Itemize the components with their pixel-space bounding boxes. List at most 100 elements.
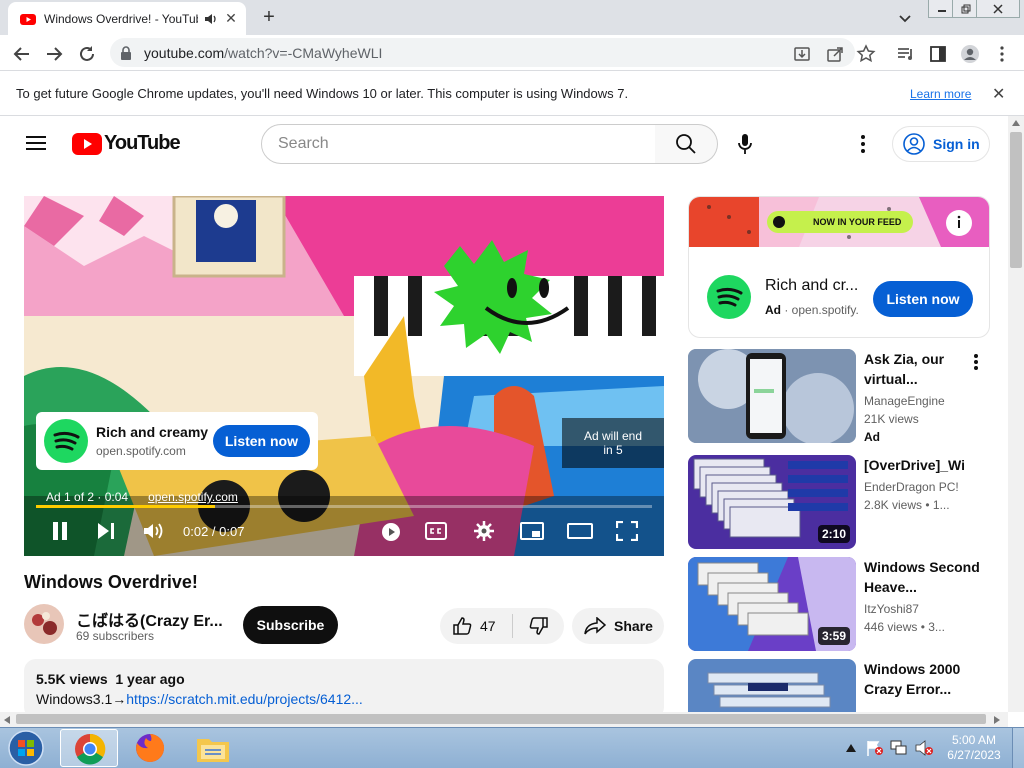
media-control-icon[interactable] bbox=[896, 44, 916, 64]
player-ad-cta-button[interactable]: Listen now bbox=[212, 425, 310, 457]
youtube-logo-icon bbox=[72, 132, 102, 155]
ad-countdown: Ad will end in 5 bbox=[562, 418, 664, 468]
install-app-icon[interactable] bbox=[792, 44, 812, 64]
hamburger-menu-icon[interactable] bbox=[26, 135, 46, 151]
recommendation-channel[interactable]: ItzYoshi87 bbox=[864, 602, 919, 616]
sidebar-ad-banner-text: NOW IN YOUR FEED bbox=[813, 217, 902, 227]
recommendation-title[interactable]: [OverDrive]_Win bbox=[864, 455, 964, 475]
channel-name[interactable]: こばはる(Crazy Er... bbox=[76, 607, 223, 631]
audio-playing-icon[interactable] bbox=[204, 12, 218, 26]
infobar-close-icon[interactable]: ✕ bbox=[992, 84, 1005, 104]
ad-link[interactable]: open.spotify.com bbox=[148, 490, 238, 504]
next-icon[interactable] bbox=[96, 522, 116, 540]
pause-icon[interactable] bbox=[50, 520, 70, 542]
bookmark-star-icon[interactable] bbox=[856, 44, 876, 64]
restore-icon bbox=[961, 4, 971, 13]
player-ad-overlay[interactable]: Rich and creamy open.spotify.com Listen … bbox=[36, 412, 318, 470]
network-icon[interactable] bbox=[890, 740, 908, 756]
reload-icon[interactable] bbox=[77, 44, 97, 64]
forward-arrow-icon[interactable] bbox=[44, 44, 64, 64]
url-host: youtube.com bbox=[144, 44, 225, 61]
thumbnail-image bbox=[688, 349, 856, 443]
tab-close-icon[interactable]: ✕ bbox=[224, 10, 238, 27]
side-panel-icon[interactable] bbox=[928, 44, 948, 64]
like-button[interactable]: 47 bbox=[440, 608, 512, 644]
ad-info-icon[interactable] bbox=[946, 209, 972, 235]
learn-more-link[interactable]: Learn more bbox=[910, 87, 971, 101]
ad-badge: Ad bbox=[864, 430, 880, 444]
window-close-button[interactable] bbox=[976, 0, 1020, 18]
sidebar-ad-cta-button[interactable]: Listen now bbox=[873, 281, 973, 317]
volume-muted-icon[interactable] bbox=[914, 740, 934, 756]
like-dislike-group: 47 bbox=[440, 608, 564, 644]
search-input[interactable]: Search bbox=[261, 124, 656, 164]
search-button[interactable] bbox=[655, 124, 718, 164]
miniplayer-icon[interactable] bbox=[520, 522, 544, 540]
recommendation-title[interactable]: Windows 2000 Crazy Error... bbox=[864, 659, 982, 699]
voice-search-microphone-icon[interactable] bbox=[736, 133, 754, 155]
theater-mode-icon[interactable] bbox=[567, 523, 593, 539]
share-button[interactable]: Share bbox=[572, 608, 664, 644]
recommendation-item[interactable]: Windows 2000 Crazy Error... bbox=[688, 659, 1008, 712]
subscribe-button[interactable]: Subscribe bbox=[243, 606, 338, 644]
address-bar[interactable]: youtube.com/watch?v=-CMaWyheWLI bbox=[110, 38, 855, 67]
description-box[interactable]: 5.5K views 1 year ago Windows3.1→https:/… bbox=[24, 659, 664, 719]
back-arrow-icon[interactable] bbox=[12, 44, 32, 64]
fullscreen-icon[interactable] bbox=[616, 521, 638, 541]
youtube-logo[interactable]: YouTube bbox=[72, 132, 181, 155]
video-thumbnail[interactable] bbox=[688, 349, 856, 443]
recommendation-item[interactable]: 2:10 [OverDrive]_Win EnderDragon PC! 2.8… bbox=[688, 455, 1008, 549]
profile-avatar-icon[interactable] bbox=[960, 44, 980, 64]
channel-avatar[interactable] bbox=[24, 604, 64, 644]
new-tab-button[interactable]: + bbox=[258, 7, 280, 29]
firefox-icon[interactable] bbox=[134, 732, 166, 764]
recommendation-title[interactable]: Ask Zia, our virtual... bbox=[864, 349, 982, 389]
sidebar-ad-card[interactable]: NOW IN YOUR FEED Rich and cr... Ad · ope… bbox=[688, 196, 990, 338]
thumbnail-image bbox=[688, 659, 856, 712]
autoplay-toggle-icon[interactable] bbox=[380, 521, 402, 543]
vertical-scroll-thumb[interactable] bbox=[1010, 132, 1022, 268]
captions-icon[interactable] bbox=[425, 522, 447, 540]
progress-track[interactable] bbox=[36, 505, 652, 508]
sign-in-button[interactable]: Sign in bbox=[892, 126, 990, 162]
settings-more-icon[interactable] bbox=[856, 134, 870, 154]
scroll-left-icon[interactable] bbox=[4, 716, 10, 724]
file-explorer-icon[interactable] bbox=[196, 733, 230, 763]
video-player[interactable]: Rich and creamy open.spotify.com Listen … bbox=[24, 196, 664, 556]
vertical-scrollbar[interactable] bbox=[1008, 116, 1024, 712]
window-close-icon bbox=[993, 3, 1003, 14]
dislike-button[interactable] bbox=[513, 608, 564, 644]
browser-tab[interactable]: Windows Overdrive! - YouTube ✕ bbox=[8, 2, 246, 35]
chrome-menu-icon[interactable] bbox=[992, 44, 1012, 64]
scroll-up-icon[interactable] bbox=[1012, 120, 1020, 126]
taskbar-clock[interactable]: 5:00 AM 6/27/2023 bbox=[944, 733, 1004, 763]
sign-in-label: Sign in bbox=[933, 136, 980, 152]
horizontal-scrollbar[interactable] bbox=[0, 712, 1008, 727]
chrome-icon bbox=[75, 733, 106, 765]
search-icon bbox=[676, 134, 696, 154]
description-link[interactable]: https://scratch.mit.edu/projects/6412... bbox=[126, 691, 363, 707]
share-page-icon[interactable] bbox=[825, 44, 845, 64]
ad-count-text: Ad 1 of 2 · 0:04 bbox=[46, 490, 129, 504]
action-center-flag-icon[interactable] bbox=[866, 740, 884, 756]
taskbar-chrome-button[interactable] bbox=[60, 729, 118, 767]
show-desktop-button[interactable] bbox=[1012, 728, 1024, 768]
more-actions-icon[interactable] bbox=[972, 353, 980, 371]
recommendation-channel[interactable]: ManageEngine bbox=[864, 394, 945, 408]
volume-icon[interactable] bbox=[142, 521, 164, 541]
tab-search-chevron-icon[interactable] bbox=[896, 9, 914, 27]
clock-time: 5:00 AM bbox=[951, 733, 997, 747]
like-count: 47 bbox=[480, 618, 496, 634]
settings-gear-icon[interactable] bbox=[473, 520, 495, 542]
horizontal-scroll-thumb[interactable] bbox=[16, 714, 986, 724]
start-button-icon[interactable] bbox=[6, 729, 46, 767]
recommendation-item[interactable]: 3:59 Windows Second Heave... ItzYoshi87 … bbox=[688, 557, 1008, 651]
scroll-right-icon[interactable] bbox=[994, 716, 1000, 724]
recommendation-title[interactable]: Windows Second Heave... bbox=[864, 557, 982, 597]
recommendation-item[interactable]: Ask Zia, our virtual... ManageEngine 21K… bbox=[688, 349, 1008, 444]
video-thumbnail[interactable] bbox=[688, 659, 856, 712]
recommendation-channel[interactable]: EnderDragon PC! bbox=[864, 480, 959, 494]
lock-icon[interactable] bbox=[120, 45, 132, 60]
views-and-date: 5.5K views 1 year ago bbox=[36, 671, 185, 687]
show-hidden-icons-icon[interactable] bbox=[846, 744, 856, 752]
